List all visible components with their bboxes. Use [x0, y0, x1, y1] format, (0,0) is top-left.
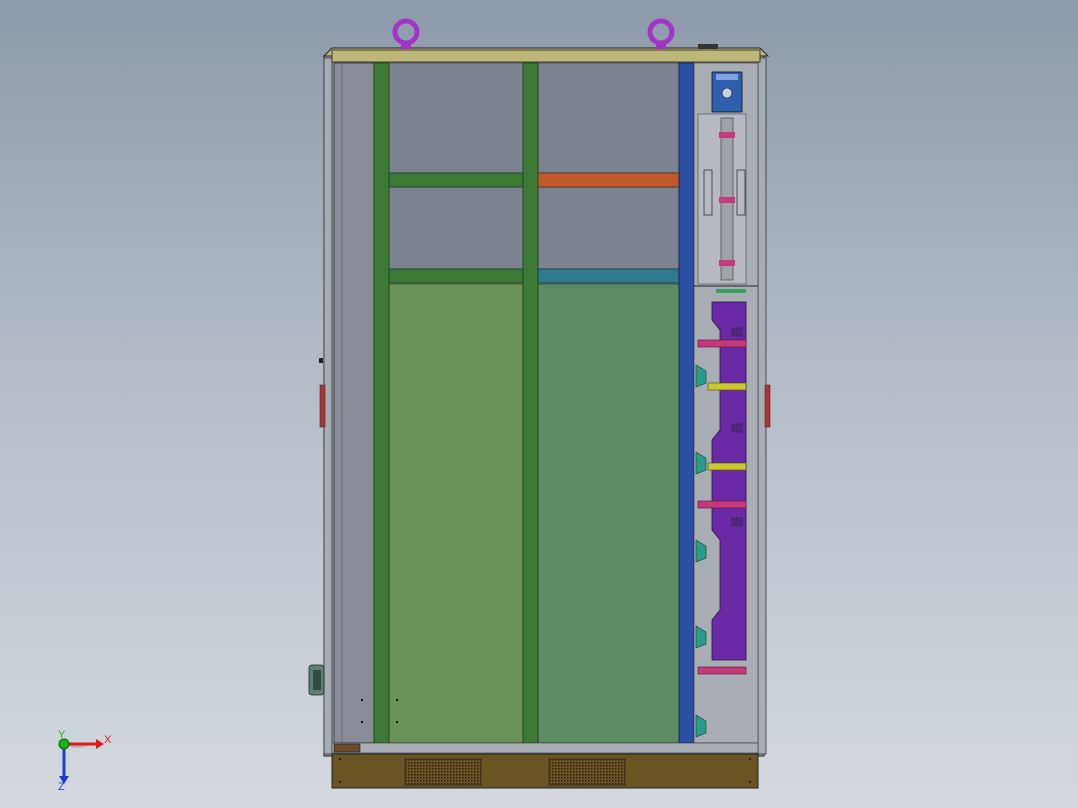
cabinet-assembly[interactable]: [308, 18, 771, 789]
eyebolt-right-shank: [656, 41, 666, 49]
middle-compartment-right: [537, 186, 680, 270]
middle-compartment-left: [388, 186, 524, 270]
bottom-rail: [331, 742, 759, 754]
eyebolt-right-ring: [647, 18, 675, 46]
mounting-plate-left: [388, 283, 524, 744]
triad-x-label: X: [104, 734, 112, 746]
left-gray-panel: [333, 62, 375, 744]
clamp-yellow-2: [707, 462, 747, 471]
orientation-triad[interactable]: X Y Z: [58, 729, 112, 793]
clamp-yellow-1: [707, 382, 747, 391]
upper-compartment-right: [537, 62, 680, 174]
frame-post-2: [522, 62, 539, 744]
frame-post-1: [373, 62, 390, 744]
mounting-plate-right: [537, 283, 680, 744]
upper-compartment-left: [388, 62, 524, 174]
rail-clip-2: [719, 197, 735, 203]
left-side-tab: [319, 358, 323, 363]
crossbar-upper-left: [388, 172, 524, 188]
triad-z-label: Z: [58, 781, 65, 793]
crossbar-middle-right: [537, 268, 680, 284]
triad-y-label: Y: [58, 729, 66, 741]
green-strip: [716, 289, 746, 293]
bottom-corner-block: [333, 743, 361, 753]
crossbar-upper-right: [537, 172, 680, 188]
top-device-knob: [721, 87, 733, 99]
top-device-cap: [716, 74, 738, 80]
left-side-latch: [319, 384, 326, 428]
crossbar-middle-left: [388, 268, 524, 284]
top-handle-bump: [698, 44, 718, 49]
clamp-magenta-3: [697, 666, 747, 675]
busbar-vertical: [678, 62, 695, 744]
vent-grille-right: [548, 758, 626, 786]
triad-x-arrowhead: [96, 739, 104, 749]
eyebolt-left[interactable]: [392, 18, 420, 49]
rail-clip-1: [719, 132, 735, 138]
cabinet-base-plinth: [331, 753, 759, 789]
rail-clip-3: [719, 260, 735, 266]
cabinet-top-rail: [331, 49, 761, 63]
clamp-magenta-1: [697, 339, 747, 348]
cad-viewport[interactable]: X Y Z: [0, 0, 1078, 808]
eyebolt-left-shank: [401, 41, 411, 49]
clamp-magenta-2: [697, 500, 747, 509]
vent-grille-left: [404, 758, 482, 786]
eyebolt-right[interactable]: [647, 18, 675, 49]
eyebolt-left-ring: [392, 18, 420, 46]
right-side-latch: [764, 384, 771, 428]
cable-gland-inner: [313, 670, 321, 690]
